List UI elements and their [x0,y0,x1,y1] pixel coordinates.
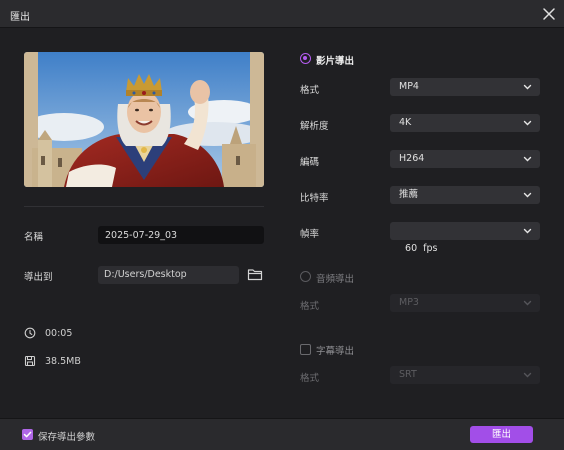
video-format-label: 格式 [300,85,320,96]
chevron-down-icon [523,156,532,162]
file-size-value: 38.5MB [45,356,81,367]
chevron-down-icon [523,300,532,306]
export-button[interactable]: 匯出 [470,426,533,443]
audio-format-value: MP3 [399,297,419,308]
encoder-select[interactable]: H264 [390,150,540,168]
chevron-down-icon [523,84,532,90]
frame-rate-value: 60 fps [405,243,438,254]
video-export-radio[interactable] [300,53,311,64]
subtitle-format-select: SRT [390,366,540,384]
frame-rate-label: 幀率 [300,229,320,240]
audio-format-select: MP3 [390,294,540,312]
video-format-value: MP4 [399,81,419,92]
frame-rate-select[interactable]: 60 fps [390,222,540,254]
chevron-down-icon [523,228,532,234]
clock-icon [24,327,36,339]
close-icon[interactable] [540,5,558,23]
save-disk-icon [24,355,36,367]
chevron-down-icon [523,192,532,198]
bitrate-value: 推薦 [399,189,419,200]
subtitle-format-label: 格式 [300,373,320,384]
save-params-label: 保存導出參數 [38,432,96,443]
video-export-title: 影片導出 [316,56,355,67]
audio-format-label: 格式 [300,301,320,312]
bitrate-select[interactable]: 推薦 [390,186,540,204]
audio-export-radio[interactable] [300,271,311,282]
title-bar: 匯出 [0,0,564,28]
export-path-label: 導出到 [24,272,53,283]
subtitle-export-title: 字幕導出 [316,346,355,357]
chevron-down-icon [523,120,532,126]
folder-icon[interactable] [247,267,263,282]
chevron-down-icon [523,372,532,378]
section-divider [24,206,264,207]
subtitle-format-value: SRT [399,369,417,380]
file-name-input[interactable] [98,226,264,244]
video-preview-thumbnail [24,52,264,187]
duration-value: 00:05 [45,328,73,339]
resolution-label: 解析度 [300,121,329,132]
dialog-footer: 保存導出參數 匯出 [0,418,564,450]
export-path-field[interactable]: D:/Users/Desktop [98,266,239,284]
name-label: 名稱 [24,232,44,243]
resolution-select[interactable]: 4K [390,114,540,132]
audio-export-title: 音頻導出 [316,274,355,285]
bitrate-label: 比特率 [300,193,329,204]
window-title: 匯出 [10,12,30,23]
save-params-checkbox[interactable] [22,429,33,440]
checkmark-icon [23,431,32,438]
encoder-label: 編碼 [300,157,320,168]
video-format-select[interactable]: MP4 [390,78,540,96]
subtitle-export-checkbox[interactable] [300,344,311,355]
encoder-value: H264 [399,153,425,164]
resolution-value: 4K [399,117,412,128]
